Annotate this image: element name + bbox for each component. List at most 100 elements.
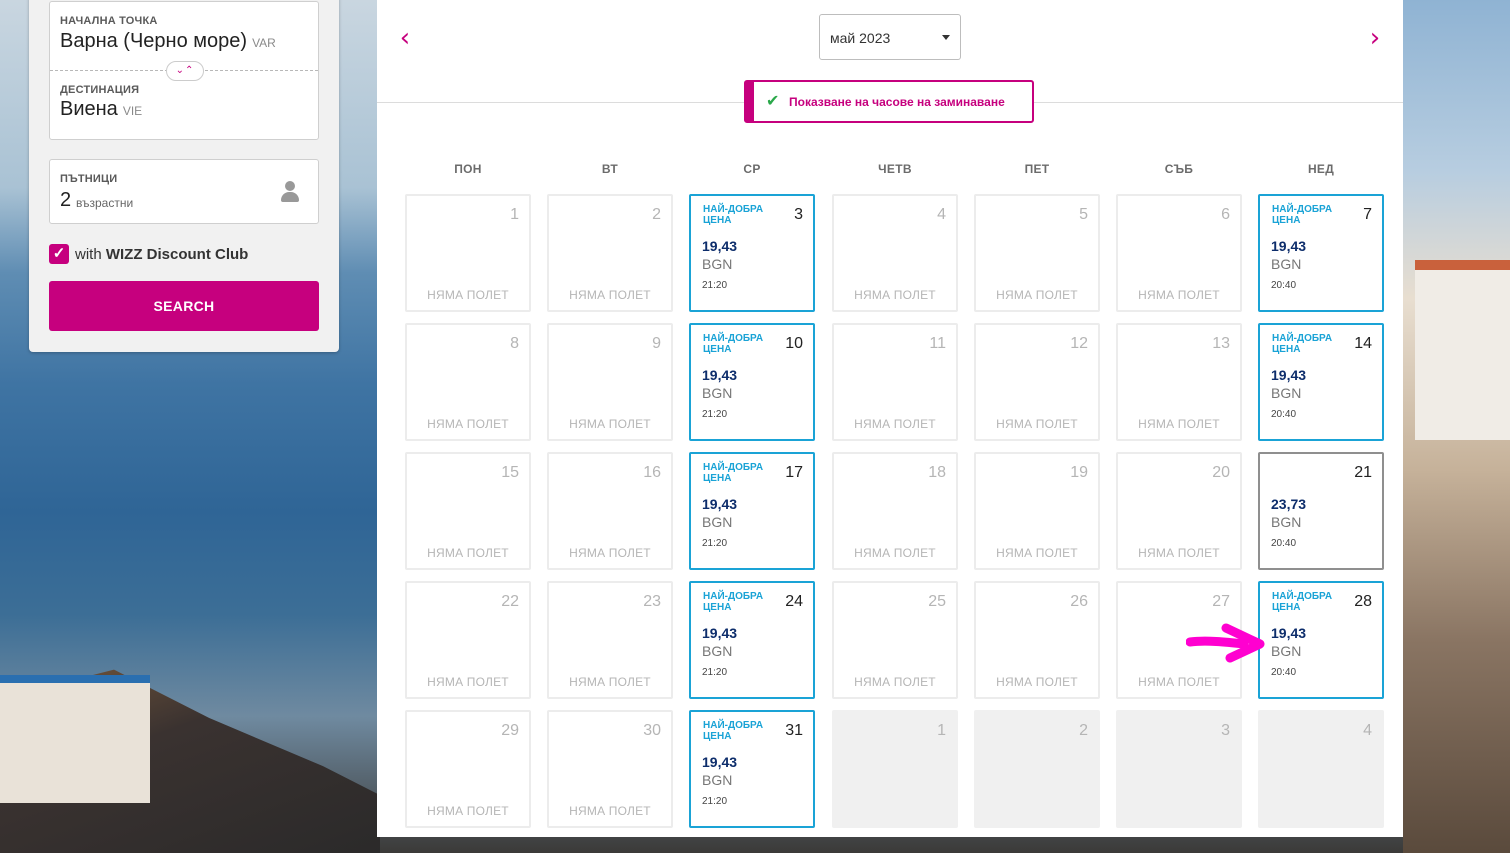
- day-number: 3: [794, 206, 803, 223]
- calendar-day: 5 НЯМА ПОЛЕТ: [974, 194, 1100, 312]
- no-flight-label: НЯМА ПОЛЕТ: [1138, 288, 1220, 302]
- calendar-day: 8 НЯМА ПОЛЕТ: [405, 323, 531, 441]
- day-number: 23: [643, 593, 661, 610]
- calendar-day[interactable]: 10 НАЙ-ДОБРА ЦЕНА 19,43 BGN 21:20: [689, 323, 815, 441]
- show-times-toggle[interactable]: ✔ Показване на часове на заминаване: [744, 80, 1034, 123]
- swap-icon[interactable]: ⌄⌃: [166, 61, 204, 81]
- fare-price: 19,43: [702, 367, 738, 383]
- day-number: 20: [1212, 464, 1230, 481]
- fare-price: 19,43: [1271, 238, 1307, 254]
- calendar-day[interactable]: 17 НАЙ-ДОБРА ЦЕНА 19,43 BGN 21:20: [689, 452, 815, 570]
- background-building: [1415, 260, 1510, 440]
- weekday-label: ЧЕТВ: [878, 162, 912, 176]
- no-flight-label: НЯМА ПОЛЕТ: [569, 675, 651, 689]
- calendar-day: 9 НЯМА ПОЛЕТ: [547, 323, 673, 441]
- no-flight-label: НЯМА ПОЛЕТ: [854, 675, 936, 689]
- weekday-label: ПОН: [454, 162, 482, 176]
- departure-time: 20:40: [1271, 538, 1297, 549]
- no-flight-label: НЯМА ПОЛЕТ: [854, 546, 936, 560]
- calendar-day[interactable]: 24 НАЙ-ДОБРА ЦЕНА 19,43 BGN 21:20: [689, 581, 815, 699]
- day-number: 16: [643, 464, 661, 481]
- no-flight-label: НЯМА ПОЛЕТ: [996, 675, 1078, 689]
- day-number: 4: [1363, 722, 1372, 739]
- no-flight-label: НЯМА ПОЛЕТ: [569, 417, 651, 431]
- fare-currency: BGN: [1271, 514, 1302, 530]
- fare-currency: BGN: [1271, 643, 1302, 659]
- departure-time: 21:20: [702, 280, 728, 291]
- calendar-day[interactable]: 28 НАЙ-ДОБРА ЦЕНА 19,43 BGN 20:40: [1258, 581, 1384, 699]
- best-price-badge: НАЙ-ДОБРА ЦЕНА: [703, 720, 764, 742]
- no-flight-label: НЯМА ПОЛЕТ: [427, 804, 509, 818]
- day-number: 9: [652, 335, 661, 352]
- calendar-day[interactable]: 7 НАЙ-ДОБРА ЦЕНА 19,43 BGN 20:40: [1258, 194, 1384, 312]
- calendar-day: 22 НЯМА ПОЛЕТ: [405, 581, 531, 699]
- day-number: 30: [643, 722, 661, 739]
- calendar-day[interactable]: 21 23,73 BGN 20:40: [1258, 452, 1384, 570]
- background-house: [0, 675, 150, 803]
- no-flight-label: НЯМА ПОЛЕТ: [569, 288, 651, 302]
- best-price-badge: НАЙ-ДОБРА ЦЕНА: [703, 204, 764, 226]
- club-name: WIZZ Discount Club: [105, 246, 249, 263]
- calendar-day[interactable]: 31 НАЙ-ДОБРА ЦЕНА 19,43 BGN 21:20: [689, 710, 815, 828]
- no-flight-label: НЯМА ПОЛЕТ: [427, 546, 509, 560]
- fare-price: 23,73: [1271, 496, 1307, 512]
- calendar-day: 4 НЯМА ПОЛЕТ: [832, 194, 958, 312]
- day-number: 21: [1354, 464, 1372, 481]
- fare-currency: BGN: [702, 514, 733, 530]
- discount-club-label: with WIZZ Discount Club: [75, 246, 248, 263]
- day-number: 5: [1079, 206, 1088, 223]
- departure-time: 21:20: [702, 667, 728, 678]
- chevron-right-icon[interactable]: ›: [1363, 24, 1387, 52]
- fare-currency: BGN: [702, 385, 733, 401]
- calendar-day: 20 НЯМА ПОЛЕТ: [1116, 452, 1242, 570]
- no-flight-label: НЯМА ПОЛЕТ: [1138, 546, 1220, 560]
- day-number: 18: [928, 464, 946, 481]
- calendar-day[interactable]: 14 НАЙ-ДОБРА ЦЕНА 19,43 BGN 20:40: [1258, 323, 1384, 441]
- chevron-left-icon[interactable]: ‹: [393, 24, 417, 52]
- calendar-day: 23 НЯМА ПОЛЕТ: [547, 581, 673, 699]
- passengers-field[interactable]: ПЪТНИЦИ 2 възрастни: [49, 159, 319, 224]
- origin-field[interactable]: Варна (Черно море) VAR: [60, 30, 276, 53]
- best-price-badge: НАЙ-ДОБРА ЦЕНА: [703, 333, 764, 355]
- departure-time: 21:20: [702, 409, 728, 420]
- destination-label: ДЕСТИНАЦИЯ: [60, 84, 140, 96]
- departure-time: 20:40: [1271, 667, 1297, 678]
- best-price-badge: НАЙ-ДОБРА ЦЕНА: [1272, 204, 1333, 226]
- calendar-day: 16 НЯМА ПОЛЕТ: [547, 452, 673, 570]
- weekday-label: СЪБ: [1164, 162, 1194, 176]
- weekday-label: СР: [743, 162, 761, 176]
- calendar-day-outside: 4: [1258, 710, 1384, 828]
- departure-time: 21:20: [702, 796, 728, 807]
- no-flight-label: НЯМА ПОЛЕТ: [854, 417, 936, 431]
- calendar-day: 15 НЯМА ПОЛЕТ: [405, 452, 531, 570]
- no-flight-label: НЯМА ПОЛЕТ: [854, 288, 936, 302]
- day-number: 13: [1212, 335, 1230, 352]
- caret-down-icon: [942, 35, 950, 40]
- day-number: 6: [1221, 206, 1230, 223]
- day-number: 2: [1079, 722, 1088, 739]
- person-icon: [280, 181, 300, 203]
- weekday-label: НЕД: [1307, 162, 1335, 176]
- best-price-badge: НАЙ-ДОБРА ЦЕНА: [1272, 591, 1333, 613]
- destination-field[interactable]: Виена VIE: [60, 98, 142, 121]
- calendar-day: 26 НЯМА ПОЛЕТ: [974, 581, 1100, 699]
- weekday-label: ВТ: [601, 162, 619, 176]
- calendar-day: 2 НЯМА ПОЛЕТ: [547, 194, 673, 312]
- day-number: 14: [1354, 335, 1372, 352]
- calendar-day: 1 НЯМА ПОЛЕТ: [405, 194, 531, 312]
- month-select[interactable]: май 2023: [819, 14, 961, 60]
- calendar-day-outside: 2: [974, 710, 1100, 828]
- calendar-day: 29 НЯМА ПОЛЕТ: [405, 710, 531, 828]
- destination-city: Виена: [60, 98, 118, 120]
- day-number: 25: [928, 593, 946, 610]
- passengers-text: възрастни: [76, 196, 134, 210]
- discount-club-checkbox[interactable]: ✓: [49, 244, 69, 264]
- calendar-day[interactable]: 3 НАЙ-ДОБРА ЦЕНА 19,43 BGN 21:20: [689, 194, 815, 312]
- calendar-day: 30 НЯМА ПОЛЕТ: [547, 710, 673, 828]
- search-button[interactable]: SEARCH: [49, 281, 319, 331]
- departure-time: 21:20: [702, 538, 728, 549]
- day-number: 29: [501, 722, 519, 739]
- no-flight-label: НЯМА ПОЛЕТ: [569, 546, 651, 560]
- day-number: 2: [652, 206, 661, 223]
- origin-code: VAR: [252, 36, 276, 50]
